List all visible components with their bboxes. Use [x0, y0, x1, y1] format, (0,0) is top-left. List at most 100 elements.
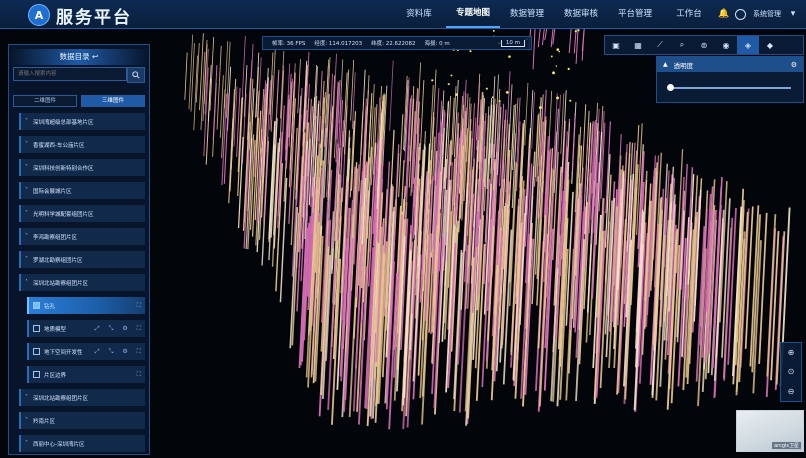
item-actions: ⤢ ⤡ ⚙ ⛶	[95, 320, 141, 337]
fps-readout: 帧率: 36 FPS	[272, 41, 306, 47]
chevron-down-icon[interactable]: ˅	[25, 417, 33, 424]
chevron-down-icon[interactable]: ˅	[25, 164, 33, 171]
borehole-column	[212, 65, 218, 140]
point-marker	[492, 29, 495, 32]
coordinate-status-bar: 帧率: 36 FPS 经度: 114.017203 纬度: 22.622082 …	[262, 36, 532, 50]
catalog-tabs: 二维图件 三维图件	[13, 95, 145, 107]
catalog-item[interactable]: ˅ 西丽中心-深圳湾片区	[19, 435, 145, 452]
chevron-down-icon[interactable]: ˅	[25, 256, 33, 263]
item-checkbox[interactable]	[33, 302, 40, 309]
collapse-icon[interactable]: ▲	[663, 61, 668, 68]
gear-icon[interactable]: ⚙	[791, 61, 797, 69]
item-checkbox[interactable]	[33, 371, 40, 378]
brand-title: 服务平台	[56, 8, 132, 28]
borehole-column	[537, 27, 541, 48]
zoom-out-icon[interactable]: ⊖	[788, 387, 795, 396]
catalog-item[interactable]: ˅ 深圳湾超级总部基地片区	[19, 113, 145, 130]
catalog-item[interactable]: ˅ 深圳北站勘察组团片区	[19, 389, 145, 406]
longitude-readout: 经度: 114.017203	[314, 41, 363, 47]
catalog-item-label: 羚南片区	[33, 418, 56, 425]
borehole-column	[389, 60, 394, 131]
search-icon[interactable]: ⌕	[671, 36, 693, 54]
avatar[interactable]	[735, 8, 746, 20]
catalog-item[interactable]: ˅ 光明科学城配套组团片区	[19, 205, 145, 222]
nav-item-5[interactable]: 工作台	[662, 0, 716, 28]
fullscreen-icon[interactable]: ⛶	[137, 348, 141, 356]
fullscreen-icon[interactable]: ⛶	[137, 325, 141, 333]
catalog-item[interactable]: ˅ 深圳科技创新特别合作区	[19, 159, 145, 176]
chevron-down-icon[interactable]: ˅	[25, 187, 33, 194]
item-checkbox[interactable]	[33, 348, 40, 355]
nav-item-0[interactable]: 资料库	[392, 0, 446, 28]
reset-view-icon[interactable]: ⊙	[788, 367, 795, 376]
nav-item-4[interactable]: 平台管理	[608, 0, 662, 28]
point-marker	[558, 50, 561, 53]
point-marker	[455, 93, 458, 96]
latitude-readout: 纬度: 22.622082	[371, 41, 416, 47]
catalog-item-label: 深圳湾超级总部基地片区	[33, 119, 94, 126]
borehole-column	[534, 114, 539, 187]
item-checkbox[interactable]	[33, 325, 40, 332]
collapse-arrows-icon[interactable]: ⤡	[109, 348, 114, 356]
catalog-item[interactable]: ˅ 羚南片区	[19, 412, 145, 429]
borehole-column	[568, 27, 572, 54]
catalog-item[interactable]: 片区边界 ⛶	[27, 366, 145, 383]
grid-icon[interactable]: ▦	[627, 36, 649, 54]
point-marker	[469, 50, 472, 53]
borehole-column	[575, 27, 579, 64]
nav-item-2[interactable]: 数据管理	[500, 0, 554, 28]
nav-item-3[interactable]: 数据审核	[554, 0, 608, 28]
chevron-down-icon[interactable]: ˅	[25, 394, 33, 401]
fullscreen-icon[interactable]: ⛶	[137, 371, 141, 379]
expand-icon[interactable]: ⤢	[95, 348, 100, 356]
settings-icon[interactable]: ⚙	[122, 348, 127, 355]
location-icon[interactable]: ⊚	[693, 36, 715, 54]
bell-icon[interactable]: 🔔	[718, 9, 729, 19]
catalog-item[interactable]: ˅ 李鸿勘察组团片区	[19, 228, 145, 245]
nav-item-1[interactable]: 专题地图	[446, 0, 500, 28]
layers-3d-icon[interactable]: ◆	[759, 36, 781, 54]
chevron-down-icon[interactable]: ˅	[25, 141, 33, 148]
search-input[interactable]	[13, 67, 127, 81]
catalog-item[interactable]: 钻孔 ⛶	[27, 297, 145, 314]
opacity-slider-track[interactable]	[671, 87, 791, 89]
item-actions: ⛶	[137, 297, 141, 314]
eye-icon[interactable]: ◉	[715, 36, 737, 54]
chevron-down-icon[interactable]: ˅	[25, 118, 33, 125]
zoom-in-icon[interactable]: ⊕	[788, 348, 795, 357]
catalog-item[interactable]: ˄ 深圳北站勘察组团片区	[19, 274, 145, 291]
catalog-search	[13, 67, 145, 83]
borehole-column	[524, 82, 529, 146]
opacity-header: ▲ 透明度 ⚙	[657, 57, 803, 72]
opacity-panel: ▲ 透明度 ⚙	[656, 56, 804, 103]
chevron-up-icon[interactable]: ˄	[25, 279, 33, 286]
tab-0[interactable]: 二维图件	[13, 95, 77, 107]
catalog-item[interactable]: ˅ 国际会展城片区	[19, 182, 145, 199]
catalog-item[interactable]: 地下空间开发性 ⤢ ⤡ ⚙ ⛶	[27, 343, 145, 360]
user-name[interactable]: 系统管理	[753, 9, 781, 19]
search-button[interactable]	[127, 67, 145, 83]
point-marker	[550, 55, 553, 58]
stack-icon[interactable]: ◈	[737, 36, 759, 54]
catalog-item-label: 罗湖北勘察组团片区	[33, 257, 83, 264]
measure-icon[interactable]: ⟋	[649, 36, 671, 54]
point-marker	[431, 79, 434, 82]
logo-icon[interactable]: A	[28, 4, 50, 26]
collapse-arrows-icon[interactable]: ⤡	[109, 325, 114, 333]
point-marker	[577, 29, 580, 32]
chevron-down-icon[interactable]: ˅	[25, 210, 33, 217]
expand-icon[interactable]: ⤢	[95, 325, 100, 333]
opacity-slider-handle[interactable]	[667, 84, 674, 91]
catalog-item[interactable]: ˅ 罗湖北勘察组团片区	[19, 251, 145, 268]
chevron-down-icon[interactable]: ▾	[788, 9, 798, 19]
tab-1[interactable]: 三维图件	[81, 95, 145, 107]
chevron-down-icon[interactable]: ˅	[25, 440, 33, 447]
catalog-item-label: 李鸿勘察组团片区	[33, 234, 78, 241]
fullscreen-icon[interactable]: ⛶	[137, 302, 141, 310]
settings-icon[interactable]: ⚙	[122, 325, 127, 332]
basemap-thumbnail[interactable]: arcgis卫星	[736, 410, 804, 452]
catalog-item[interactable]: ˅ 香蜜湖西-车公庙片区	[19, 136, 145, 153]
chevron-down-icon[interactable]: ˅	[25, 233, 33, 240]
catalog-item[interactable]: 地质模型 ⤢ ⤡ ⚙ ⛶	[27, 320, 145, 337]
layers-icon[interactable]: ▣	[605, 36, 627, 54]
